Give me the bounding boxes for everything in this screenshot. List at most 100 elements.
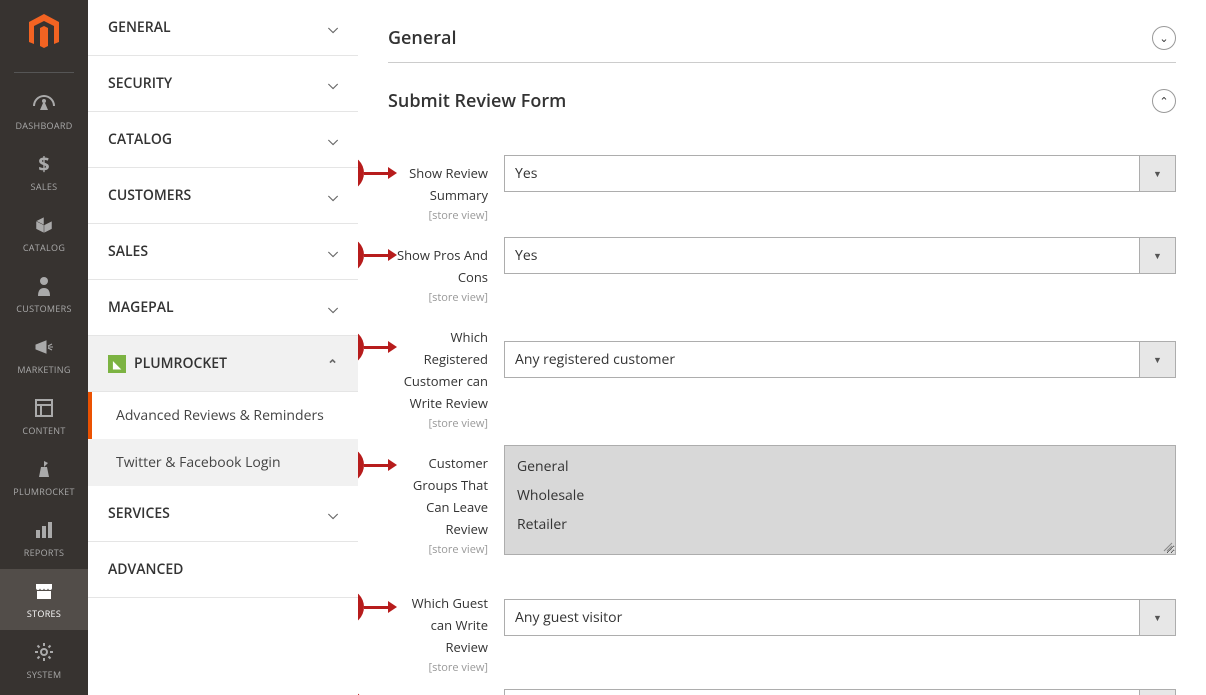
field-row-which-registered: 3 Which Registered Customer can Write Re…	[388, 319, 1176, 431]
badge-4: 4	[358, 447, 364, 483]
config-nav-label: CUSTOMERS	[108, 186, 191, 205]
sidebar-divider	[14, 72, 74, 73]
new-review-status-select[interactable]: Approved (review with rating 4 or 5 star…	[505, 690, 1139, 695]
badge-arrow	[364, 172, 390, 175]
multiselect-option[interactable]: Retailer	[505, 510, 1175, 539]
config-nav: GENERAL ⌵ SECURITY ⌵ CATALOG ⌵ CUSTOMERS…	[88, 0, 358, 695]
field-scope: [store view]	[388, 660, 488, 675]
sidebar-item-catalog[interactable]: CATALOG	[0, 203, 88, 264]
config-nav-label: SERVICES	[108, 504, 170, 523]
magento-logo-icon	[26, 12, 62, 52]
sidebar-label-marketing: MARKETING	[17, 363, 70, 376]
sidebar-item-reports[interactable]: REPORTS	[0, 508, 88, 569]
sidebar-label-customers: CUSTOMERS	[16, 302, 71, 315]
config-nav-sales[interactable]: SALES ⌵	[88, 224, 358, 280]
cube-icon	[32, 213, 56, 237]
field-label: Show Review Summary	[409, 164, 488, 204]
config-nav-sub-label: Twitter & Facebook Login	[116, 453, 281, 472]
multiselect-option[interactable]: General	[505, 452, 1175, 481]
config-nav-label: SALES	[108, 242, 148, 261]
badge-3: 3	[358, 329, 364, 365]
badge-arrow	[364, 346, 390, 349]
config-nav-customers[interactable]: CUSTOMERS ⌵	[88, 168, 358, 224]
chevron-up-icon: ⌃	[327, 355, 338, 373]
chevron-down-icon: ⌵	[328, 299, 338, 317]
badge-6: 6	[358, 689, 364, 695]
chevron-down-icon: ⌵	[328, 243, 338, 261]
chevron-down-icon: ⌵	[328, 19, 338, 37]
dropdown-arrow-icon: ▼	[1139, 600, 1175, 635]
field-row-customer-groups: 4 Customer Groups That Can Leave Review …	[388, 445, 1176, 557]
config-nav-sub-advanced-reviews[interactable]: Advanced Reviews & Reminders	[88, 392, 358, 439]
stores-icon	[32, 579, 56, 603]
svg-text:$: $	[38, 154, 49, 174]
config-nav-services[interactable]: SERVICES ⌵	[88, 486, 358, 542]
sidebar-label-content: CONTENT	[22, 424, 65, 437]
dropdown-arrow-icon: ▼	[1139, 238, 1175, 273]
config-nav-label: GENERAL	[108, 18, 171, 37]
badge-5: 5	[358, 589, 364, 625]
admin-sidebar: DASHBOARD $ SALES CATALOG CUSTOMERS MARK…	[0, 0, 88, 695]
field-label: Show Pros And Cons	[397, 246, 488, 286]
dashboard-icon	[32, 91, 56, 115]
section-header-submit-review[interactable]: Submit Review Form ⌃	[388, 81, 1176, 125]
badge-arrow	[364, 254, 390, 257]
sidebar-label-catalog: CATALOG	[23, 241, 65, 254]
section-header-general[interactable]: General ⌄	[388, 18, 1176, 63]
chevron-down-icon: ⌵	[328, 131, 338, 149]
gear-icon	[32, 640, 56, 664]
sidebar-item-stores[interactable]: STORES	[0, 569, 88, 630]
dropdown-arrow-icon: ▼	[1139, 342, 1175, 377]
sidebar-label-sales: SALES	[31, 180, 58, 193]
chevron-down-icon: ⌵	[328, 187, 338, 205]
field-scope: [store view]	[388, 208, 488, 223]
collapse-icon[interactable]: ⌄	[1152, 26, 1176, 50]
layout-icon	[32, 396, 56, 420]
resize-handle-icon[interactable]	[1163, 542, 1173, 552]
field-label: Customer Groups That Can Leave Review	[413, 454, 488, 538]
config-nav-sub-twitter-fb[interactable]: Twitter & Facebook Login	[88, 439, 358, 486]
config-nav-advanced[interactable]: ADVANCED	[88, 542, 358, 598]
sidebar-item-marketing[interactable]: MARKETING	[0, 325, 88, 386]
person-icon	[32, 274, 56, 298]
badge-2: 2	[358, 237, 364, 273]
sidebar-item-plumrocket[interactable]: PLUMROCKET	[0, 447, 88, 508]
badge-1: 1	[358, 155, 364, 191]
expand-icon[interactable]: ⌃	[1152, 89, 1176, 113]
sidebar-label-reports: REPORTS	[24, 546, 65, 559]
plumrocket-brand-icon: ◣	[108, 355, 126, 373]
customer-groups-multiselect[interactable]: General Wholesale Retailer	[504, 445, 1176, 555]
config-nav-magepal[interactable]: MAGEPAL ⌵	[88, 280, 358, 336]
config-nav-label: CATALOG	[108, 130, 172, 149]
which-registered-select[interactable]: Any registered customer	[505, 342, 1139, 377]
badge-arrow	[364, 464, 390, 467]
config-nav-label: SECURITY	[108, 74, 172, 93]
chevron-down-icon: ⌵	[328, 505, 338, 523]
sidebar-item-content[interactable]: CONTENT	[0, 386, 88, 447]
field-row-show-review-summary: 1 Show Review Summary [store view] Yes ▼	[388, 155, 1176, 223]
config-nav-plumrocket[interactable]: ◣ PLUMROCKET ⌃	[88, 336, 358, 392]
field-row-show-pros-cons: 2 Show Pros And Cons [store view] Yes ▼	[388, 237, 1176, 305]
show-pros-cons-select[interactable]: Yes	[505, 238, 1139, 273]
dropdown-arrow-icon: ▼	[1139, 690, 1175, 695]
multiselect-option[interactable]: Wholesale	[505, 481, 1175, 510]
magento-logo[interactable]	[24, 12, 64, 52]
bar-chart-icon	[32, 518, 56, 542]
sidebar-item-customers[interactable]: CUSTOMERS	[0, 264, 88, 325]
field-scope: [store view]	[388, 416, 488, 431]
field-label: Which Guest can Write Review	[412, 594, 488, 656]
config-nav-catalog[interactable]: CATALOG ⌵	[88, 112, 358, 168]
config-nav-general[interactable]: GENERAL ⌵	[88, 0, 358, 56]
section-title-submit-review: Submit Review Form	[388, 89, 566, 113]
dollar-icon: $	[32, 152, 56, 176]
sidebar-item-sales[interactable]: $ SALES	[0, 142, 88, 203]
sidebar-item-system[interactable]: SYSTEM	[0, 630, 88, 691]
config-nav-security[interactable]: SECURITY ⌵	[88, 56, 358, 112]
show-review-summary-select[interactable]: Yes	[505, 156, 1139, 191]
field-label: Which Registered Customer can Write Revi…	[404, 328, 488, 412]
which-guest-select[interactable]: Any guest visitor	[505, 600, 1139, 635]
plumrocket-icon	[32, 457, 56, 481]
megaphone-icon	[32, 335, 56, 359]
sidebar-item-dashboard[interactable]: DASHBOARD	[0, 81, 88, 142]
config-nav-label: PLUMROCKET	[134, 354, 227, 373]
